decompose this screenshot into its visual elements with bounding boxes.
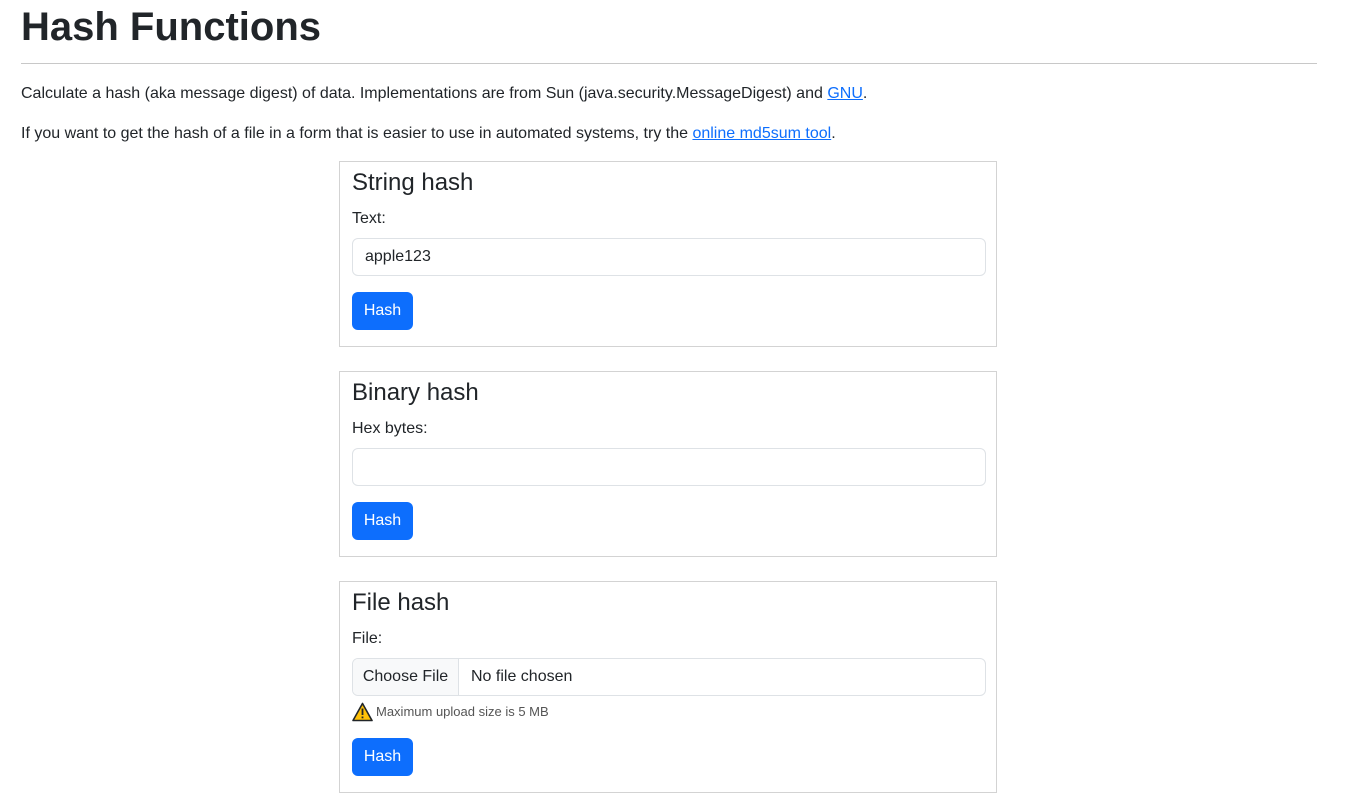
binary-hash-button[interactable]: Hash [352,502,413,540]
warning-triangle-icon [352,702,373,722]
page: Hash Functions Calculate a hash (aka mes… [0,0,1349,809]
file-label: File: [352,630,383,647]
tool-hint-end: . [831,125,836,142]
intro-end: . [862,85,868,102]
hex-bytes-label: Hex bytes: [352,420,428,437]
hex-bytes-input[interactable] [352,448,986,486]
tool-hint-paragraph: If you want to get the hash of a file in… [21,123,836,145]
upload-size-note: Maximum upload size is 5 MB [352,702,549,722]
string-hash-title: String hash [352,169,474,196]
file-hash-button[interactable]: Hash [352,738,413,776]
page-title: Hash Functions [21,5,322,49]
string-hash-card: String hash Text: Hash [339,161,997,347]
file-hash-card: File hash File: Choose File No file chos… [339,581,997,793]
md5sum-tool-link[interactable]: online md5sum tool [692,125,831,142]
binary-hash-card: Binary hash Hex bytes: Hash [339,371,997,557]
title-divider [21,63,1317,64]
gnu-link[interactable]: GNU [827,85,863,102]
file-input[interactable]: Choose File No file chosen [352,658,986,696]
file-status: No file chosen [471,668,573,685]
tool-hint-text: If you want to get the hash of a file in… [21,125,693,142]
intro-paragraph: Calculate a hash (aka message digest) of… [21,83,867,105]
file-hash-title: File hash [352,589,450,616]
text-input[interactable] [352,238,986,276]
string-hash-button[interactable]: Hash [352,292,413,330]
text-label: Text: [352,210,386,227]
upload-size-text: Maximum upload size is 5 MB [376,704,549,719]
binary-hash-title: Binary hash [352,379,479,406]
intro-text: Calculate a hash (aka message digest) of… [21,85,828,102]
choose-file-button[interactable]: Choose File [353,659,459,695]
